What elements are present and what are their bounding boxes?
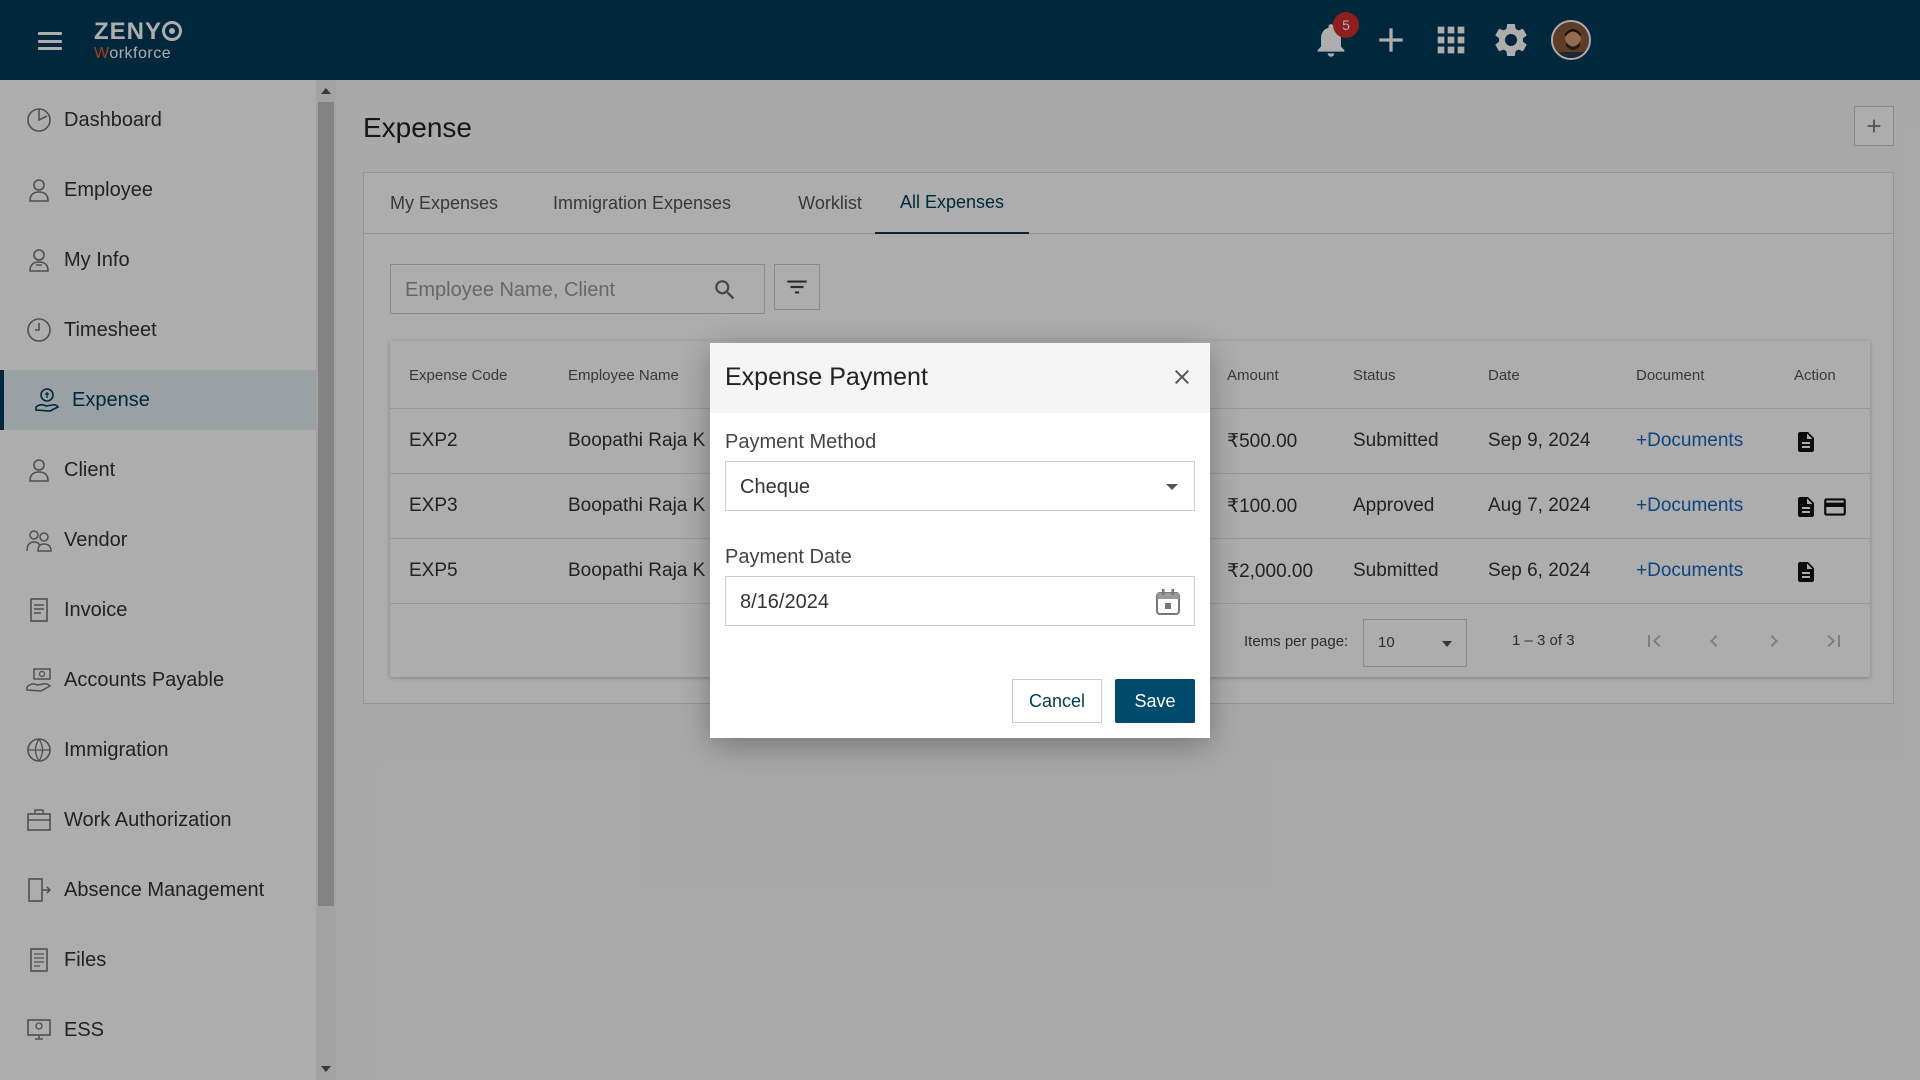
payment-date-label: Payment Date (725, 546, 852, 568)
close-icon[interactable] (1170, 365, 1194, 389)
payment-method-value: Cheque (740, 476, 811, 498)
calendar-icon[interactable] (1154, 587, 1182, 617)
payment-method-label: Payment Method (725, 431, 877, 453)
payment-date-value: 8/16/2024 (740, 591, 829, 613)
chevron-down-icon (1166, 484, 1178, 490)
save-button[interactable]: Save (1115, 679, 1195, 723)
payment-date-field[interactable]: 8/16/2024 (725, 576, 1195, 626)
expense-payment-dialog: Expense Payment Payment Method Cheque Pa… (710, 343, 1210, 738)
dialog-title: Expense Payment (725, 363, 928, 391)
payment-method-select[interactable]: Cheque (725, 461, 1195, 511)
cancel-button[interactable]: Cancel (1012, 679, 1102, 723)
dialog-header: Expense Payment (710, 343, 1210, 413)
